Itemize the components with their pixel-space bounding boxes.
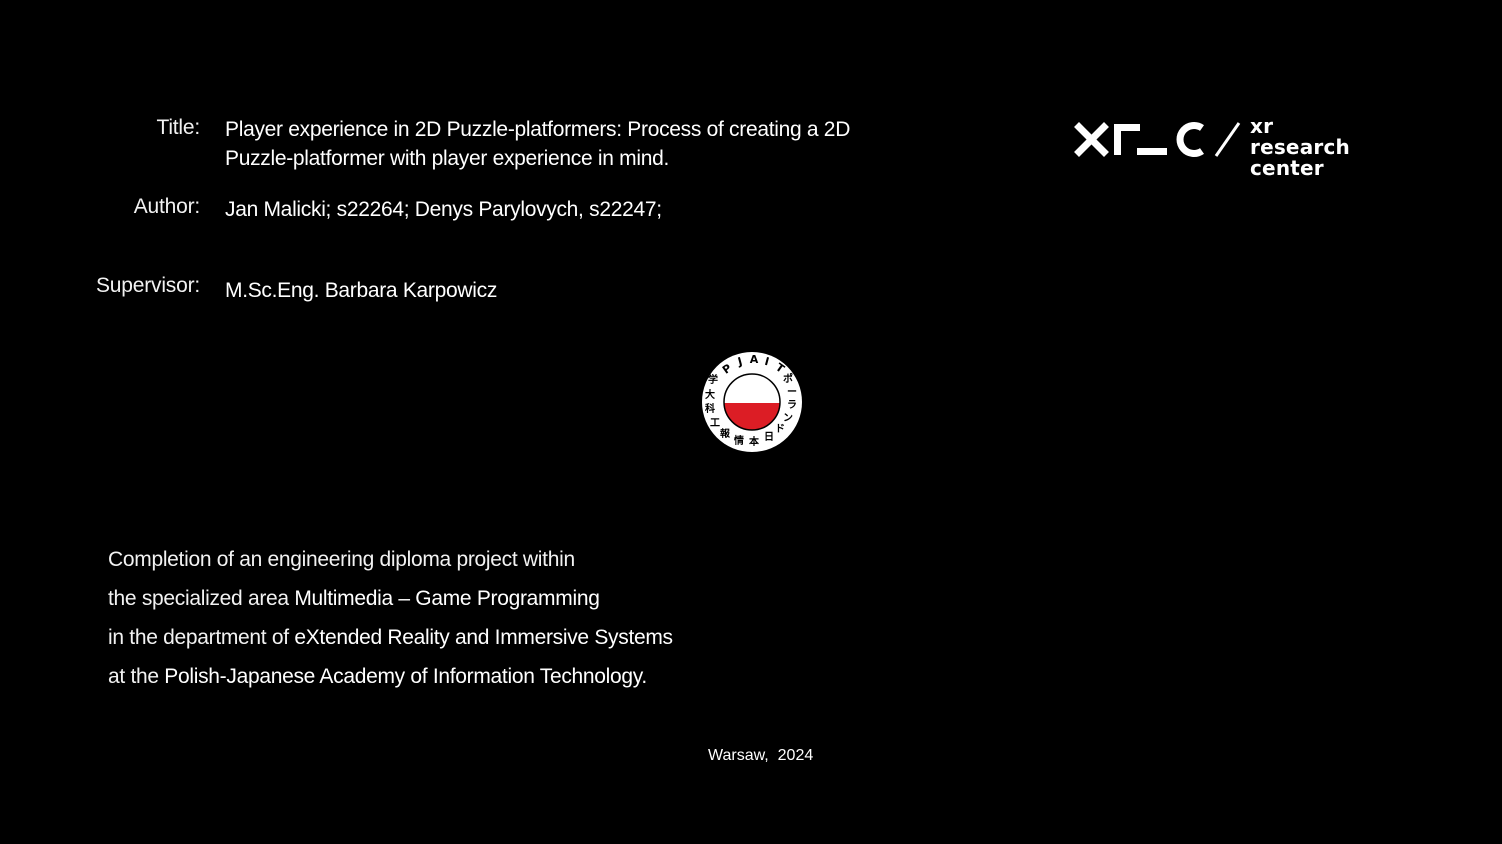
xr-research-center-logo: xr research center [1074, 116, 1374, 179]
supervisor-label: Supervisor: [95, 274, 200, 297]
xrc-mark-icon [1074, 122, 1241, 157]
svg-text:本: 本 [749, 435, 760, 448]
logo-text: xr research center [1250, 116, 1374, 179]
title-value-line-2: Puzzle-platformer with player experience… [225, 147, 669, 170]
title-label: Title: [156, 116, 200, 139]
svg-text:ポ: ポ [783, 372, 793, 385]
svg-text:科: 科 [705, 402, 715, 415]
specialized-area: Multimedia – Game Programming [294, 587, 600, 610]
svg-text:工: 工 [710, 418, 720, 429]
svg-text:報: 報 [720, 427, 731, 440]
svg-text:情: 情 [734, 434, 744, 447]
author-value: Jan Malicki; s22264; Denys Parylovych, s… [225, 198, 662, 221]
completion-line-3-prefix: in the department of [108, 626, 295, 649]
pjait-seal-logo: P J A I T 学 大 科 工 報 情 本 日 ド ン ラ ー ポ [702, 352, 802, 452]
completion-line-4-prefix: at the [108, 665, 165, 688]
place-and-date: Warsaw, 2024 [708, 747, 814, 764]
completion-statement: Completion of an engineering diploma pro… [108, 540, 868, 696]
title-value-line-1: Player experience in 2D Puzzle-platforme… [225, 118, 851, 141]
svg-text:日: 日 [764, 431, 774, 443]
completion-line-3: in the department of eXtended Reality an… [108, 618, 868, 657]
academy-name: Polish-Japanese Academy of Information T… [164, 665, 647, 688]
svg-text:大: 大 [705, 388, 715, 401]
supervisor-value: M.Sc.Eng. Barbara Karpowicz [225, 279, 498, 302]
completion-line-2-prefix: the specialized area [108, 587, 295, 610]
logo-text-line-1: xr research [1250, 114, 1350, 159]
author-label: Author: [133, 195, 201, 218]
svg-text:ラ: ラ [787, 399, 797, 411]
seal-char-a: A [750, 353, 759, 366]
svg-text:学: 学 [708, 373, 718, 386]
svg-text:ー: ー [787, 387, 797, 398]
completion-line-2: the specialized area Multimedia – Game P… [108, 579, 868, 618]
svg-text:ン: ン [783, 413, 793, 424]
completion-line-4: at the Polish-Japanese Academy of Inform… [108, 657, 868, 696]
title-value: Player experience in 2D Puzzle-platforme… [225, 115, 850, 173]
logo-text-line-2: center [1250, 156, 1324, 180]
department-name: eXtended Reality and Immersive Systems [294, 626, 673, 649]
completion-line-1: Completion of an engineering diploma pro… [108, 548, 575, 571]
svg-text:ド: ド [775, 423, 785, 435]
